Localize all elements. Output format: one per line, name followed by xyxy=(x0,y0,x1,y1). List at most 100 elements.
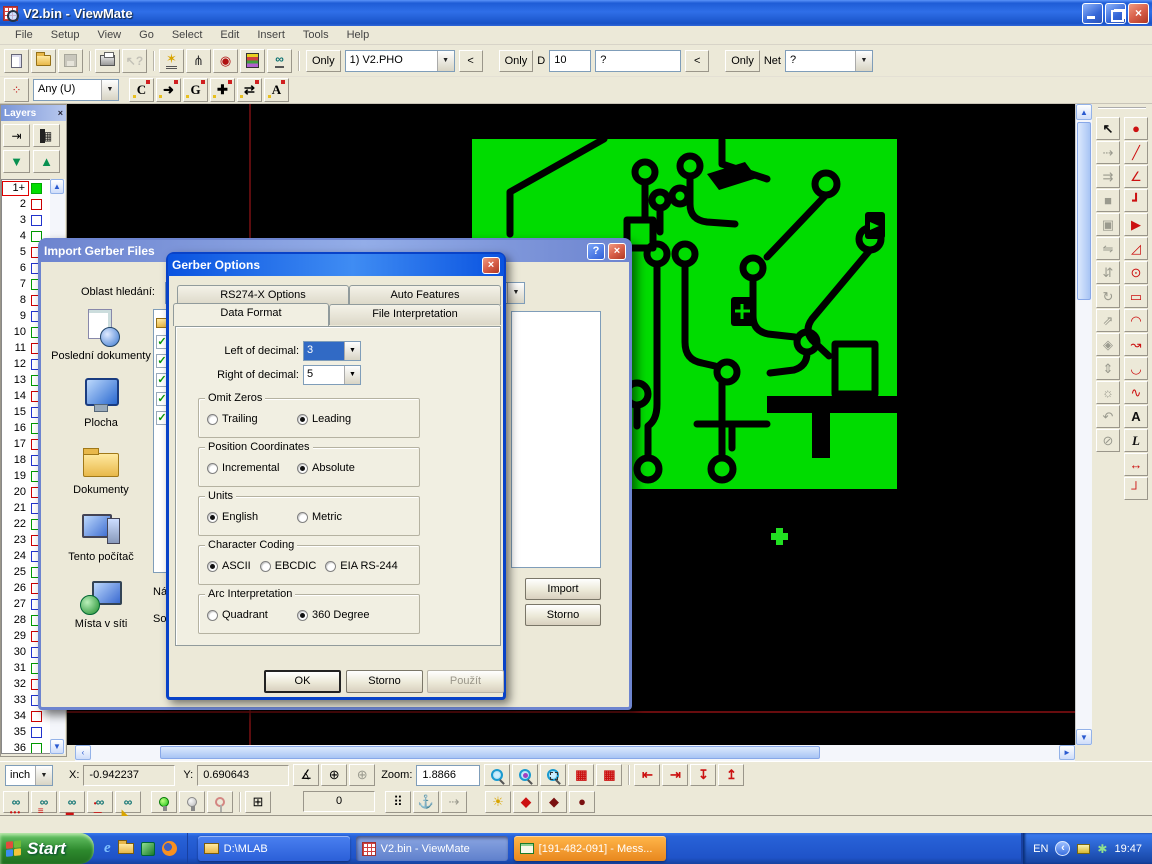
measure-icon[interactable]: ⋔ xyxy=(186,49,211,73)
probe-icon[interactable] xyxy=(207,791,233,813)
draw-text-icon[interactable]: A xyxy=(1124,405,1148,428)
net-combo[interactable]: ? ▼ xyxy=(785,50,873,72)
close-button[interactable]: × xyxy=(1128,3,1149,24)
cancel-button[interactable]: Storno xyxy=(525,604,601,626)
chevron-down-icon[interactable]: ▼ xyxy=(35,766,52,785)
import-queue-list[interactable] xyxy=(511,311,601,568)
select-goto-button[interactable]: ➜ xyxy=(156,78,181,102)
menu-item[interactable]: Tools xyxy=(294,27,338,43)
select-component-button[interactable]: C xyxy=(129,78,154,102)
scroll-down-icon[interactable]: ▼ xyxy=(50,739,64,754)
prev-dcode-button[interactable]: < xyxy=(685,50,709,72)
clock[interactable]: 19:47 xyxy=(1114,843,1142,855)
tab-file-interpretation[interactable]: File Interpretation xyxy=(329,304,501,325)
draw-label-icon[interactable]: L xyxy=(1124,429,1148,452)
menu-item[interactable]: Help xyxy=(338,27,379,43)
taskbar-task[interactable]: V2.bin - ViewMate xyxy=(356,836,508,861)
menu-item[interactable]: Setup xyxy=(42,27,89,43)
scale-icon[interactable]: ⇗ xyxy=(1096,309,1120,332)
scroll-down-icon[interactable]: ▼ xyxy=(1076,729,1092,745)
layer-down-icon[interactable]: ▼ xyxy=(3,150,30,173)
replace-icon[interactable]: ◈ xyxy=(1096,333,1120,356)
save-file-icon[interactable] xyxy=(58,49,83,73)
relative-origin-icon[interactable]: ⊕ xyxy=(349,764,375,786)
dock-panel-icon[interactable]: ⇥ xyxy=(3,124,30,147)
draw-curve-icon[interactable]: ↝ xyxy=(1124,333,1148,356)
minimize-button[interactable] xyxy=(1082,3,1103,24)
toolbar-grip[interactable] xyxy=(1098,107,1146,113)
chevron-down-icon[interactable]: ▼ xyxy=(437,51,454,71)
prev-layer-button[interactable]: < xyxy=(459,50,483,72)
dot-select-icon[interactable]: ● xyxy=(569,791,595,813)
right-of-decimal-combo[interactable]: 5 ▼ xyxy=(303,365,361,385)
undo-icon[interactable]: ↶ xyxy=(1096,405,1120,428)
draw-trace-icon[interactable]: ╱ xyxy=(1124,141,1148,164)
select-gerber-button[interactable]: G xyxy=(183,78,208,102)
vertical-scrollbar[interactable]: ▲ ▼ xyxy=(1075,104,1092,745)
chevron-down-icon[interactable]: ▼ xyxy=(344,366,360,384)
radio-option[interactable]: English xyxy=(207,511,297,523)
layer-row[interactable]: 34 xyxy=(2,708,50,724)
fill-square-icon[interactable]: ■ xyxy=(1096,189,1120,212)
dcode-input[interactable]: 10 xyxy=(549,50,591,72)
highlight-off-icon[interactable] xyxy=(179,791,205,813)
unit-combo[interactable]: inch ▼ xyxy=(5,765,53,786)
zoom-grid-icon[interactable] xyxy=(512,764,538,786)
layer-up-icon[interactable]: ▲ xyxy=(33,150,60,173)
tab-rs274x-options[interactable]: RS274-X Options xyxy=(177,285,349,305)
tray-card-icon[interactable] xyxy=(1077,844,1090,854)
draw-pad-icon[interactable]: ● xyxy=(1124,117,1148,140)
radio-option[interactable]: EBCDIC xyxy=(260,560,317,572)
layer-row[interactable]: 35 xyxy=(2,724,50,740)
firefox-icon[interactable] xyxy=(162,841,177,856)
pad-highlight-icon[interactable]: ◆ xyxy=(513,791,539,813)
angle-measure-icon[interactable]: ∡ xyxy=(293,764,319,786)
menu-item[interactable]: File xyxy=(6,27,42,43)
menu-item[interactable]: Edit xyxy=(211,27,248,43)
menu-item[interactable]: Select xyxy=(163,27,212,43)
radio-option[interactable]: Quadrant xyxy=(207,609,297,621)
layer-row[interactable]: 36 xyxy=(2,740,50,754)
folder-shortcut-icon[interactable] xyxy=(118,843,134,854)
highlight-on-icon[interactable] xyxy=(151,791,177,813)
context-help-icon[interactable]: ↖? xyxy=(122,49,147,73)
select-mode-icon[interactable]: ⁘ xyxy=(4,78,29,102)
draw-angle-icon[interactable]: ∠ xyxy=(1124,165,1148,188)
fill-square-alt-icon[interactable]: ▣ xyxy=(1096,213,1120,236)
move-point-icon[interactable]: ⇢ xyxy=(1096,141,1120,164)
pan-up-icon[interactable]: ↥ xyxy=(718,764,744,786)
layer-row[interactable]: 3 xyxy=(2,212,50,228)
select-pad-button[interactable]: ✚ xyxy=(210,78,235,102)
print-icon[interactable] xyxy=(95,49,120,73)
layer-row[interactable]: 1+ xyxy=(2,180,50,196)
layer-color-swatch[interactable] xyxy=(31,727,42,738)
only-net-button[interactable]: Only xyxy=(725,50,760,72)
pan-right-icon[interactable]: ⇥ xyxy=(662,764,688,786)
flash-highlight-icon[interactable]: ☀ xyxy=(485,791,511,813)
pan-left-icon[interactable]: ⇤ xyxy=(634,764,660,786)
draw-triangle-icon[interactable]: ◿ xyxy=(1124,237,1148,260)
tab-auto-features[interactable]: Auto Features xyxy=(349,285,501,305)
place-item[interactable]: Plocha xyxy=(49,376,153,429)
tray-messenger-icon[interactable]: ✱ xyxy=(1097,842,1107,856)
horizontal-scroll-thumb[interactable] xyxy=(160,746,820,759)
layer-color-swatch[interactable] xyxy=(31,711,42,722)
scroll-left-icon[interactable]: ‹ xyxy=(75,745,91,760)
radio-option[interactable]: Trailing xyxy=(207,413,297,425)
draw-corner-icon[interactable]: ┛ xyxy=(1124,189,1148,212)
select-filter-combo[interactable]: Any (U) ▼ xyxy=(33,79,119,101)
mirror-horizontal-icon[interactable]: ⇋ xyxy=(1096,237,1120,260)
select-swap-button[interactable]: ⇄ xyxy=(237,78,262,102)
place-item[interactable]: Místa v síti xyxy=(49,577,153,630)
close-icon[interactable]: × xyxy=(608,243,626,260)
pan-down-icon[interactable]: ↧ xyxy=(690,764,716,786)
horizontal-scrollbar[interactable]: ‹ ► xyxy=(75,745,1075,761)
help-icon[interactable]: ? xyxy=(587,243,605,260)
draw-dimension-icon[interactable]: ↔ xyxy=(1124,453,1148,476)
menu-item[interactable]: Go xyxy=(130,27,163,43)
draw-arc-low-icon[interactable]: ◡ xyxy=(1124,357,1148,380)
pad-select-icon[interactable]: ◆ xyxy=(541,791,567,813)
close-icon[interactable]: × xyxy=(482,257,500,274)
scroll-right-icon[interactable]: ► xyxy=(1059,745,1075,760)
ok-button[interactable]: OK xyxy=(264,670,341,693)
